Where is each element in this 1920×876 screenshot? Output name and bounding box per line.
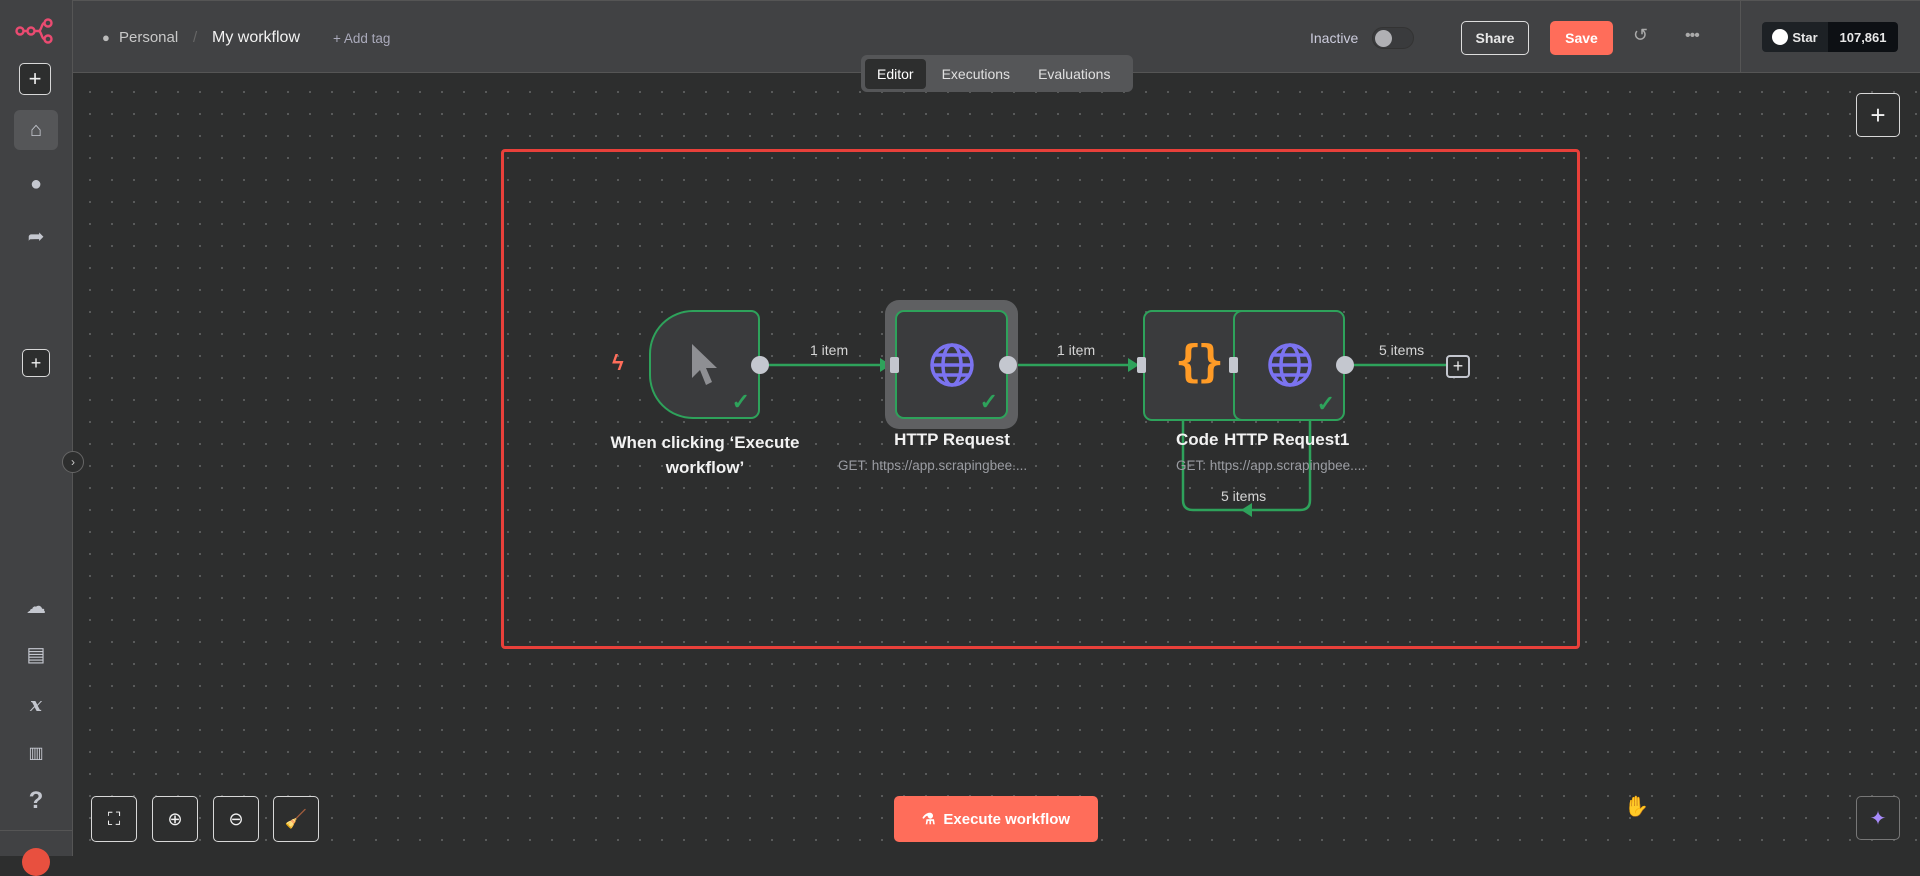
globe-icon xyxy=(1268,343,1312,387)
success-check-icon: ✓ xyxy=(731,389,750,414)
fit-view-button[interactable]: ⛶ xyxy=(91,796,137,842)
edge-label: 5 items xyxy=(1379,342,1425,358)
zoom-out-button[interactable]: ⊖ xyxy=(213,796,259,842)
node-label: Code xyxy=(1176,430,1219,449)
node-label: HTTP Request1 xyxy=(1224,430,1350,449)
edge-label: 5 items xyxy=(1221,488,1267,504)
zoom-in-button[interactable]: ⊕ xyxy=(152,796,198,842)
globe-icon xyxy=(930,343,974,387)
node-label: HTTP Request xyxy=(894,430,1010,449)
view-tabs: Editor Executions Evaluations xyxy=(861,55,1133,92)
flask-icon: ⚗ xyxy=(921,811,936,828)
trigger-bolt-icon: ϟ xyxy=(612,350,624,375)
node-label: When clicking ‘Execute workflow’ xyxy=(610,433,800,477)
success-check-icon: ✓ xyxy=(979,389,998,414)
input-handle[interactable] xyxy=(890,357,899,373)
node-http-request[interactable]: ✓ xyxy=(895,310,1008,419)
hand-cursor-icon: ✋ xyxy=(1624,796,1649,818)
output-handle[interactable] xyxy=(999,356,1017,374)
tab-executions[interactable]: Executions xyxy=(930,59,1022,89)
output-handle[interactable] xyxy=(1336,356,1354,374)
tab-evaluations[interactable]: Evaluations xyxy=(1026,59,1122,89)
input-handle[interactable] xyxy=(1229,357,1238,373)
node-subtitle: GET: https://app.scrapingbee.... xyxy=(1176,458,1366,473)
tab-editor[interactable]: Editor xyxy=(865,58,926,89)
node-manual-trigger[interactable]: ✓ xyxy=(649,310,760,419)
node-http-request1[interactable]: ✓ xyxy=(1233,310,1345,421)
ai-assistant-sparkle-button[interactable]: ✦ xyxy=(1856,796,1900,840)
add-next-node-button[interactable]: + xyxy=(1446,355,1470,378)
arrow-head xyxy=(1241,503,1252,517)
code-braces-icon: {} xyxy=(1175,336,1224,387)
edge-label: 1 item xyxy=(810,342,849,358)
execute-workflow-button[interactable]: ⚗ Execute workflow xyxy=(894,796,1098,842)
input-handle[interactable] xyxy=(1137,357,1146,373)
expand-sidebar-chevron-icon[interactable]: › xyxy=(62,451,84,473)
success-check-icon: ✓ xyxy=(1316,391,1335,416)
edge-label: 1 item xyxy=(1057,342,1096,358)
tidy-up-broom-icon[interactable]: 🧹 xyxy=(273,796,319,842)
execute-workflow-label: Execute workflow xyxy=(943,810,1071,828)
output-handle[interactable] xyxy=(751,356,769,374)
node-subtitle: GET: https://app.scrapingbee.... xyxy=(838,458,1028,473)
cursor-icon xyxy=(692,344,717,385)
